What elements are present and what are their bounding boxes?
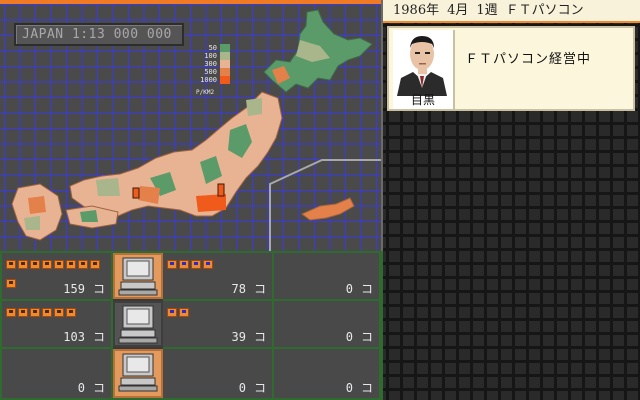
- population-density-legend: 50 100 300 500 1000 P/KM2: [196, 44, 240, 96]
- inventory-icons: [167, 305, 267, 324]
- inventory-icons: [167, 257, 267, 276]
- factory-marker-osaka: [132, 187, 140, 199]
- legend-label-300: 300: [204, 60, 217, 68]
- store-icon: [179, 308, 189, 317]
- count-value: 0: [238, 381, 246, 395]
- count-unit: コ: [92, 330, 105, 344]
- product-cell-3-3[interactable]: 0コ: [274, 349, 381, 398]
- product-cell-3-2[interactable]: 0コ: [163, 349, 274, 398]
- computer-icon: [118, 353, 158, 392]
- count-value: 78: [231, 282, 246, 296]
- pc-slot-3[interactable]: [113, 349, 163, 398]
- legend-label-100: 100: [204, 52, 217, 60]
- product-count: 78 コ: [232, 280, 266, 297]
- store-icon: [203, 260, 213, 269]
- product-cell-1-2[interactable]: 78 コ: [163, 253, 274, 301]
- legend-swatch-300: [220, 60, 230, 68]
- computer-icon: [118, 305, 158, 344]
- store-icon: [42, 260, 52, 269]
- legend-label-1000: 1000: [200, 76, 217, 84]
- pc-slot-2[interactable]: [113, 301, 163, 347]
- product-cell-2-2[interactable]: 39 コ: [163, 301, 274, 349]
- product-cell-2-3[interactable]: 0コ: [274, 301, 381, 349]
- store-icon: [66, 260, 76, 269]
- japan-map-panel[interactable]: JAPAN 1:13 000 000 50 100 300 500 1000 P…: [0, 0, 383, 251]
- store-icon: [66, 308, 76, 317]
- factory-marker-tokyo: [217, 183, 225, 197]
- store-icon: [179, 260, 189, 269]
- inset-island: [301, 197, 355, 221]
- store-icon: [90, 260, 100, 269]
- store-icon: [6, 308, 16, 317]
- legend-label-50: 50: [208, 44, 217, 52]
- product-count: 0コ: [346, 328, 373, 345]
- manager-name: 目黒: [410, 93, 435, 107]
- store-icon: [54, 260, 64, 269]
- product-cell-1-1[interactable]: 159 コ: [2, 253, 113, 301]
- legend-swatch-500: [220, 68, 230, 76]
- computer-icon: [118, 257, 158, 296]
- store-icon: [191, 260, 201, 269]
- store-icon: [42, 308, 52, 317]
- count-value: 39: [231, 330, 246, 344]
- date-company-banner: 1986年 4月 1週 ＦＴパソコン: [383, 0, 640, 23]
- map-scale-label: JAPAN 1:13 000 000: [14, 23, 184, 46]
- product-count: 0コ: [346, 379, 373, 396]
- company-name: ＦＴパソコン: [505, 3, 584, 18]
- store-icon: [167, 308, 177, 317]
- product-count: 0コ: [239, 379, 266, 396]
- count-unit: コ: [253, 282, 266, 296]
- count-value: 0: [345, 282, 353, 296]
- month-label: 4月: [447, 3, 469, 18]
- manager-status-text: ＦＴパソコン経営中: [465, 52, 592, 67]
- product-cell-1-3[interactable]: 0コ: [274, 253, 381, 301]
- count-value: 0: [345, 330, 353, 344]
- product-count: 0コ: [346, 280, 373, 297]
- product-count: 159 コ: [63, 280, 105, 297]
- week-label: 1週: [476, 3, 498, 18]
- count-unit: コ: [253, 330, 266, 344]
- product-count: 0コ: [78, 379, 105, 396]
- year-label: 1986年: [393, 3, 440, 18]
- count-unit: コ: [92, 282, 105, 296]
- count-unit: コ: [92, 381, 105, 395]
- store-icon: [18, 308, 28, 317]
- legend-swatch-1000: [220, 76, 230, 84]
- manager-portrait[interactable]: 目黒: [393, 30, 455, 109]
- store-icon: [6, 260, 16, 269]
- count-unit: コ: [360, 381, 373, 395]
- count-value: 0: [77, 381, 85, 395]
- legend-label-500: 500: [204, 68, 217, 76]
- manager-face-icon: [397, 36, 447, 96]
- product-cell-2-1[interactable]: 103 コ: [2, 301, 113, 349]
- store-icon: [78, 260, 88, 269]
- store-icon: [54, 308, 64, 317]
- product-count: 39 コ: [232, 328, 266, 345]
- count-value: 0: [345, 381, 353, 395]
- product-cell-3-1[interactable]: 0コ: [2, 349, 113, 398]
- legend-swatch-50: [220, 44, 230, 52]
- pc-slot-1[interactable]: [113, 253, 163, 299]
- count-unit: コ: [253, 381, 266, 395]
- store-icon: [167, 260, 177, 269]
- store-icon: [30, 260, 40, 269]
- count-unit: コ: [360, 330, 373, 344]
- legend-unit: P/KM2: [196, 89, 215, 96]
- product-panel: 159 コ 78 コ 0コ 103 コ 39 コ 0 コ 0 コ 0 コ 0 コ: [0, 251, 383, 400]
- legend-swatch-100: [220, 52, 230, 60]
- inventory-icons: [6, 305, 106, 324]
- store-icon: [6, 279, 16, 288]
- count-value: 159: [63, 282, 85, 296]
- manager-info-box: 目黒 ＦＴパソコン経営中: [387, 26, 635, 111]
- store-icon: [30, 308, 40, 317]
- count-value: 103: [63, 330, 85, 344]
- count-unit: コ: [360, 282, 373, 296]
- product-count: 103 コ: [63, 328, 105, 345]
- store-icon: [18, 260, 28, 269]
